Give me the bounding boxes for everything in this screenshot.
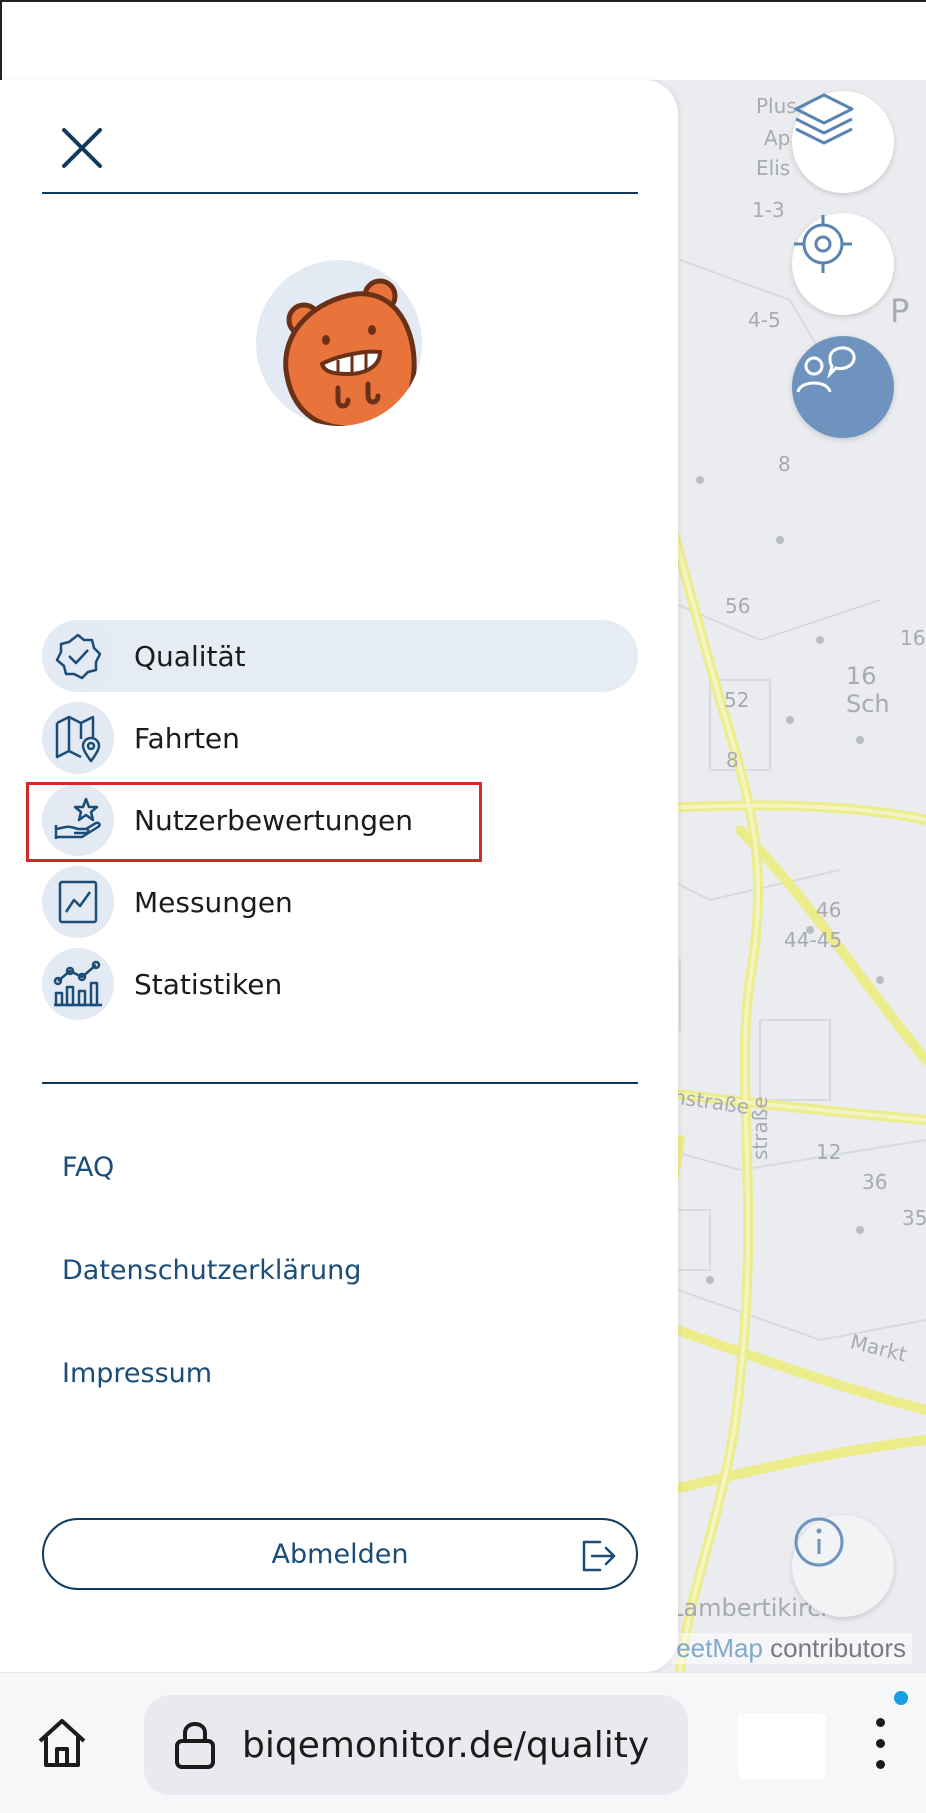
map-label: 1-3 [752,198,785,222]
layers-icon [794,93,854,145]
menu-item-quality[interactable]: Qualität [42,620,638,692]
url-text: biqemonitor.de/quality [242,1724,650,1766]
status-area [0,0,926,80]
menu-item-trips[interactable]: Fahrten [42,702,638,774]
info-button[interactable] [792,1515,894,1617]
map-pin-icon [42,702,114,774]
crosshair-icon [794,215,852,273]
map-label: 8 [726,748,739,772]
map-label: 4-5 [748,308,781,332]
close-icon [62,128,102,168]
layers-button[interactable] [792,91,894,193]
divider [42,1082,638,1084]
tabs-button[interactable] [738,1713,826,1779]
bar-chart-icon [42,948,114,1020]
avatar[interactable] [256,260,422,426]
map-label: Elis [756,156,791,180]
map-label: straße [748,1096,772,1160]
menu-dot [875,1738,885,1748]
map-label: 52 [724,688,750,712]
map-label: 35 [902,1206,926,1230]
menu-dot [875,1759,885,1769]
locate-button[interactable] [792,213,894,315]
attribution-text: contributors [762,1633,906,1663]
logout-icon [582,1540,616,1572]
divider [42,192,638,194]
highlight-box [26,782,482,862]
logout-button[interactable]: Abmelden [42,1518,638,1590]
line-chart-icon [42,866,114,938]
community-button[interactable] [792,336,894,438]
map-label: 46 [816,898,842,922]
map-label: 56 [725,594,751,618]
browser-menu-button[interactable] [860,1703,900,1783]
map-label: 12 [816,1140,842,1164]
menu-item-label: Messungen [134,885,293,919]
map-label: 44-45 [784,928,843,952]
home-button[interactable] [32,1713,92,1773]
avatar-bear-icon [283,278,417,426]
map-label: 16 [900,626,926,650]
map-label: 36 [862,1170,888,1194]
map-label: 16 Sch [846,662,890,718]
attribution-link[interactable]: eetMap [676,1633,763,1663]
lock-icon [170,1717,220,1773]
info-icon [794,1517,844,1567]
privacy-link[interactable]: Datenschutzerklärung [62,1255,361,1286]
menu-item-measurements[interactable]: Messungen [42,866,638,938]
people-chat-icon [796,346,856,393]
faq-link[interactable]: FAQ [62,1152,114,1183]
map-attribution: eetMap contributors [670,1633,912,1664]
menu-dot [875,1717,885,1727]
menu-item-label: Fahrten [134,721,240,755]
logout-label: Abmelden [271,1538,409,1570]
map-label: P [890,292,910,330]
address-bar[interactable]: biqemonitor.de/quality [144,1695,688,1795]
map-label: Plus [756,94,797,118]
home-icon [38,1719,86,1767]
quality-seal-icon [42,620,114,692]
navigation-drawer: Qualität Fahrten Nutzerbewertungen Messu… [0,80,678,1672]
imprint-link[interactable]: Impressum [62,1358,212,1389]
close-drawer-button[interactable] [52,118,112,178]
map-label: 8 [778,452,791,476]
browser-toolbar: biqemonitor.de/quality [0,1672,926,1813]
menu-item-statistics[interactable]: Statistiken [42,948,638,1020]
menu-item-label: Qualität [134,639,246,673]
menu-item-label: Statistiken [134,967,283,1001]
map-label: Ap [764,126,791,150]
